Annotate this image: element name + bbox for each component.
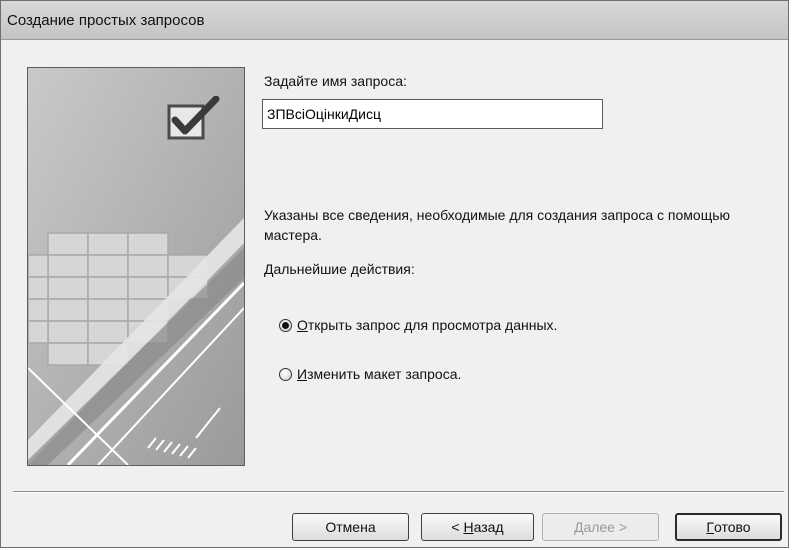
open-query-option[interactable]: Открыть запрос для просмотра данных. [279,317,557,333]
next-actions-label: Дальнейшие действия: [264,261,415,277]
info-text: Указаны все сведения, необходимые для со… [264,207,731,243]
checkbox-checked-icon [167,96,220,140]
modify-design-option-label: Изменить макет запроса. [297,366,462,382]
finish-button[interactable]: Готово [675,513,782,541]
cancel-button[interactable]: Отмена [292,513,409,541]
next-button[interactable]: Далее > [542,513,659,541]
modify-design-option[interactable]: Изменить макет запроса. [279,366,461,382]
query-name-input[interactable] [262,99,603,129]
separator-line [13,491,784,493]
title-bar[interactable]: Создание простых запросов [1,1,788,40]
window-title: Создание простых запросов [7,12,205,29]
radio-button-unselected[interactable] [279,367,292,381]
open-query-option-label: Открыть запрос для просмотра данных. [297,317,558,333]
simple-query-wizard-dialog: Создание простых запросов Задайте имя за… [0,0,789,548]
query-name-label: Задайте имя запроса: [264,73,407,89]
back-button[interactable]: < Назад [421,513,534,541]
radio-button-selected[interactable] [279,318,292,332]
wizard-illustration [27,67,245,466]
